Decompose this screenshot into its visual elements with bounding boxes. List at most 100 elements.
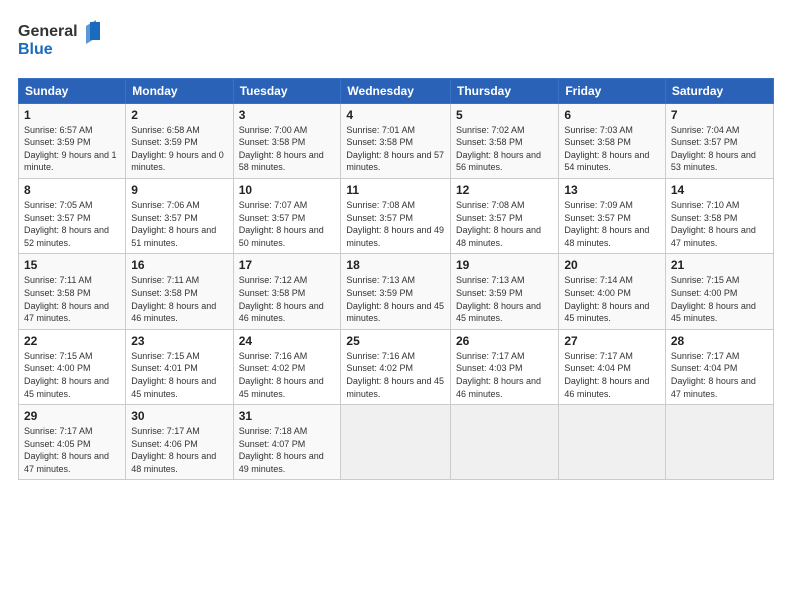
calendar-cell: 8 Sunrise: 7:05 AM Sunset: 3:57 PM Daylig… xyxy=(19,178,126,253)
calendar-cell: 1Sunrise: 6:57 AM Sunset: 3:59 PM Daylig… xyxy=(19,103,126,178)
calendar-cell: 4 Sunrise: 7:01 AM Sunset: 3:58 PM Daylig… xyxy=(341,103,451,178)
calendar-cell: 9Sunrise: 7:06 AM Sunset: 3:57 PM Daylig… xyxy=(126,178,233,253)
day-info: Sunrise: 7:17 AM Sunset: 4:04 PM Dayligh… xyxy=(564,350,660,400)
calendar-cell: 6 Sunrise: 7:03 AM Sunset: 3:58 PM Daylig… xyxy=(559,103,666,178)
day-number: 11 xyxy=(346,183,445,197)
logo-svg: General Blue xyxy=(18,18,108,62)
page: General Blue Sunday Monday Tuesday Wedne… xyxy=(0,0,792,612)
day-info: Sunrise: 7:18 AM Sunset: 4:07 PM Dayligh… xyxy=(239,425,336,475)
svg-text:Blue: Blue xyxy=(18,41,53,58)
day-info: Sunrise: 7:08 AM Sunset: 3:57 PM Dayligh… xyxy=(346,199,445,249)
calendar-cell: 21 Sunrise: 7:15 AM Sunset: 4:00 PM Dayli… xyxy=(665,254,773,329)
calendar-cell: 23 Sunrise: 7:15 AM Sunset: 4:01 PM Dayli… xyxy=(126,329,233,404)
calendar-cell: 19Sunrise: 7:13 AM Sunset: 3:59 PM Dayli… xyxy=(451,254,559,329)
day-number: 1 xyxy=(24,108,120,122)
day-info: Sunrise: 7:13 AM Sunset: 3:59 PM Dayligh… xyxy=(346,274,445,324)
day-number: 15 xyxy=(24,258,120,272)
calendar-cell: 17 Sunrise: 7:12 AM Sunset: 3:58 PM Dayli… xyxy=(233,254,341,329)
calendar-cell: 13 Sunrise: 7:09 AM Sunset: 3:57 PM Dayli… xyxy=(559,178,666,253)
day-number: 24 xyxy=(239,334,336,348)
day-info: Sunrise: 7:03 AM Sunset: 3:58 PM Dayligh… xyxy=(564,124,660,174)
day-info: Sunrise: 7:17 AM Sunset: 4:04 PM Dayligh… xyxy=(671,350,768,400)
day-number: 5 xyxy=(456,108,553,122)
day-number: 18 xyxy=(346,258,445,272)
calendar-cell xyxy=(341,405,451,480)
day-number: 12 xyxy=(456,183,553,197)
calendar-cell xyxy=(665,405,773,480)
day-info: Sunrise: 7:12 AM Sunset: 3:58 PM Dayligh… xyxy=(239,274,336,324)
day-info: Sunrise: 7:15 AM Sunset: 4:00 PM Dayligh… xyxy=(671,274,768,324)
col-friday: Friday xyxy=(559,78,666,103)
day-info: Sunrise: 7:14 AM Sunset: 4:00 PM Dayligh… xyxy=(564,274,660,324)
day-info: Sunrise: 7:01 AM Sunset: 3:58 PM Dayligh… xyxy=(346,124,445,174)
day-number: 27 xyxy=(564,334,660,348)
day-number: 10 xyxy=(239,183,336,197)
calendar-cell: 5Sunrise: 7:02 AM Sunset: 3:58 PM Daylig… xyxy=(451,103,559,178)
calendar-cell: 12 Sunrise: 7:08 AM Sunset: 3:57 PM Dayli… xyxy=(451,178,559,253)
calendar-cell: 30 Sunrise: 7:17 AM Sunset: 4:06 PM Dayli… xyxy=(126,405,233,480)
col-monday: Monday xyxy=(126,78,233,103)
day-number: 13 xyxy=(564,183,660,197)
day-info: Sunrise: 7:09 AM Sunset: 3:57 PM Dayligh… xyxy=(564,199,660,249)
day-info: Sunrise: 7:00 AM Sunset: 3:58 PM Dayligh… xyxy=(239,124,336,174)
day-info: Sunrise: 7:08 AM Sunset: 3:57 PM Dayligh… xyxy=(456,199,553,249)
calendar-cell: 20 Sunrise: 7:14 AM Sunset: 4:00 PM Dayli… xyxy=(559,254,666,329)
day-number: 21 xyxy=(671,258,768,272)
calendar-cell: 26Sunrise: 7:17 AM Sunset: 4:03 PM Dayli… xyxy=(451,329,559,404)
calendar-cell: 10Sunrise: 7:07 AM Sunset: 3:57 PM Dayli… xyxy=(233,178,341,253)
day-number: 7 xyxy=(671,108,768,122)
calendar-cell: 14 Sunrise: 7:10 AM Sunset: 3:58 PM Dayli… xyxy=(665,178,773,253)
calendar-cell: 28 Sunrise: 7:17 AM Sunset: 4:04 PM Dayli… xyxy=(665,329,773,404)
day-number: 28 xyxy=(671,334,768,348)
col-thursday: Thursday xyxy=(451,78,559,103)
calendar-cell: 24 Sunrise: 7:16 AM Sunset: 4:02 PM Dayli… xyxy=(233,329,341,404)
day-number: 22 xyxy=(24,334,120,348)
calendar-cell: 2Sunrise: 6:58 AM Sunset: 3:59 PM Daylig… xyxy=(126,103,233,178)
calendar-cell: 27 Sunrise: 7:17 AM Sunset: 4:04 PM Dayli… xyxy=(559,329,666,404)
calendar-cell: 11 Sunrise: 7:08 AM Sunset: 3:57 PM Dayli… xyxy=(341,178,451,253)
calendar-cell: 15 Sunrise: 7:11 AM Sunset: 3:58 PM Dayli… xyxy=(19,254,126,329)
day-number: 29 xyxy=(24,409,120,423)
calendar-cell: 31 Sunrise: 7:18 AM Sunset: 4:07 PM Dayli… xyxy=(233,405,341,480)
day-info: Sunrise: 7:16 AM Sunset: 4:02 PM Dayligh… xyxy=(239,350,336,400)
day-number: 16 xyxy=(131,258,227,272)
calendar-header-row: Sunday Monday Tuesday Wednesday Thursday… xyxy=(19,78,774,103)
day-info: Sunrise: 7:13 AM Sunset: 3:59 PM Dayligh… xyxy=(456,274,553,324)
calendar-table: Sunday Monday Tuesday Wednesday Thursday… xyxy=(18,78,774,481)
day-info: Sunrise: 7:10 AM Sunset: 3:58 PM Dayligh… xyxy=(671,199,768,249)
day-number: 4 xyxy=(346,108,445,122)
day-info: Sunrise: 7:04 AM Sunset: 3:57 PM Dayligh… xyxy=(671,124,768,174)
col-sunday: Sunday xyxy=(19,78,126,103)
day-number: 20 xyxy=(564,258,660,272)
day-info: Sunrise: 7:17 AM Sunset: 4:03 PM Dayligh… xyxy=(456,350,553,400)
col-tuesday: Tuesday xyxy=(233,78,341,103)
calendar-week-4: 22 Sunrise: 7:15 AM Sunset: 4:00 PM Dayli… xyxy=(19,329,774,404)
col-saturday: Saturday xyxy=(665,78,773,103)
day-info: Sunrise: 7:17 AM Sunset: 4:06 PM Dayligh… xyxy=(131,425,227,475)
day-number: 17 xyxy=(239,258,336,272)
day-number: 31 xyxy=(239,409,336,423)
day-info: Sunrise: 7:11 AM Sunset: 3:58 PM Dayligh… xyxy=(131,274,227,324)
calendar-cell: 16 Sunrise: 7:11 AM Sunset: 3:58 PM Dayli… xyxy=(126,254,233,329)
calendar-cell: 25Sunrise: 7:16 AM Sunset: 4:02 PM Dayli… xyxy=(341,329,451,404)
day-info: Sunrise: 7:16 AM Sunset: 4:02 PM Dayligh… xyxy=(346,350,445,400)
calendar-cell: 29Sunrise: 7:17 AM Sunset: 4:05 PM Dayli… xyxy=(19,405,126,480)
day-number: 23 xyxy=(131,334,227,348)
day-number: 6 xyxy=(564,108,660,122)
day-info: Sunrise: 7:05 AM Sunset: 3:57 PM Dayligh… xyxy=(24,199,120,249)
day-info: Sunrise: 7:15 AM Sunset: 4:01 PM Dayligh… xyxy=(131,350,227,400)
day-info: Sunrise: 7:15 AM Sunset: 4:00 PM Dayligh… xyxy=(24,350,120,400)
calendar-cell: 22 Sunrise: 7:15 AM Sunset: 4:00 PM Dayli… xyxy=(19,329,126,404)
day-number: 30 xyxy=(131,409,227,423)
day-number: 14 xyxy=(671,183,768,197)
calendar-cell xyxy=(559,405,666,480)
day-info: Sunrise: 7:06 AM Sunset: 3:57 PM Dayligh… xyxy=(131,199,227,249)
calendar-week-1: 1Sunrise: 6:57 AM Sunset: 3:59 PM Daylig… xyxy=(19,103,774,178)
day-info: Sunrise: 7:11 AM Sunset: 3:58 PM Dayligh… xyxy=(24,274,120,324)
calendar-week-5: 29Sunrise: 7:17 AM Sunset: 4:05 PM Dayli… xyxy=(19,405,774,480)
calendar-cell xyxy=(451,405,559,480)
calendar-cell: 3Sunrise: 7:00 AM Sunset: 3:58 PM Daylig… xyxy=(233,103,341,178)
logo-text: General Blue xyxy=(18,18,108,68)
svg-text:General: General xyxy=(18,23,78,40)
day-number: 8 xyxy=(24,183,120,197)
